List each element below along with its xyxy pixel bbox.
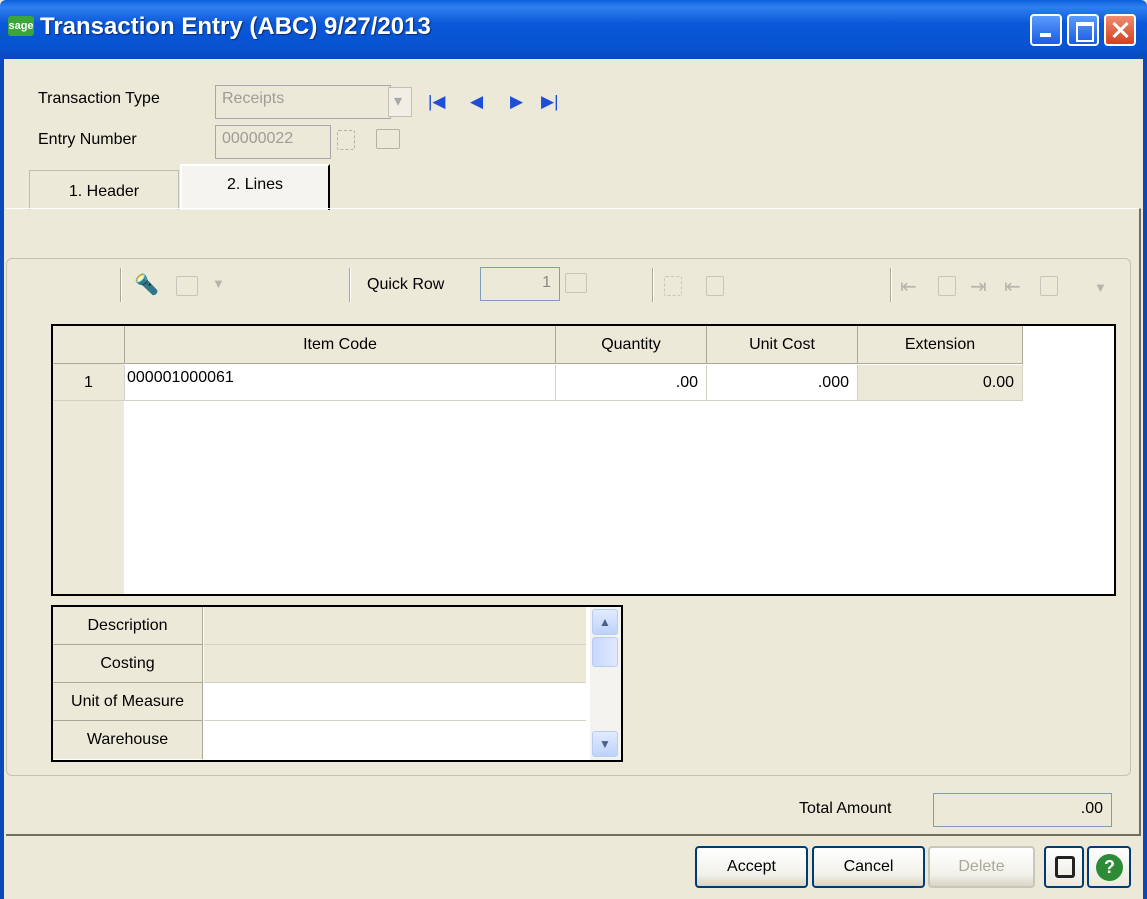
prop-label-costing: Costing [53, 645, 203, 683]
next-number-icon[interactable] [337, 130, 355, 150]
transaction-type-select[interactable]: Receipts [215, 85, 391, 119]
column-header-extension[interactable]: Extension [858, 326, 1023, 364]
column-header-unit-cost[interactable]: Unit Cost [707, 326, 858, 364]
next-record-icon[interactable]: ▶ [510, 92, 523, 112]
tab-lines[interactable]: 2. Lines [180, 164, 330, 210]
toolbar-separator [120, 268, 122, 302]
flashlight-icon[interactable]: 🔦 [134, 272, 159, 297]
column-header-quantity[interactable]: Quantity [556, 326, 707, 364]
details-scrollbar[interactable]: ▲ ▼ [590, 607, 621, 760]
lookup-icon[interactable] [376, 129, 400, 149]
prop-value-unit-of-measure[interactable] [204, 683, 586, 721]
close-button[interactable] [1104, 14, 1136, 46]
toolbar-separator [652, 268, 654, 302]
grid-corner-header [53, 326, 125, 364]
transaction-type-label: Transaction Type [38, 90, 160, 107]
last-record-icon[interactable]: ▶| [541, 92, 559, 112]
entry-number-field[interactable]: 00000022 [215, 125, 331, 159]
total-amount-label: Total Amount [799, 800, 892, 817]
prop-value-warehouse[interactable] [204, 721, 586, 759]
scroll-thumb[interactable] [592, 637, 618, 667]
customize-icon[interactable] [176, 276, 198, 296]
transaction-type-dropdown-icon[interactable] [388, 87, 412, 117]
tab-lines-label: 2. Lines [226, 176, 284, 193]
row-number[interactable]: 1 [53, 365, 125, 401]
toolbar-separator [349, 268, 351, 302]
window-frame-right [1143, 59, 1147, 899]
window-title: Transaction Entry (ABC) 9/27/2013 [40, 13, 431, 40]
list-icon[interactable]: ⇤ [1004, 274, 1021, 299]
expand-icon[interactable] [1040, 276, 1058, 296]
scroll-down-icon[interactable]: ▼ [592, 731, 618, 757]
cancel-button[interactable]: Cancel [812, 846, 925, 888]
previous-record-icon[interactable]: ◀ [470, 92, 483, 112]
accept-button[interactable]: Accept [695, 846, 808, 888]
quick-row-label: Quick Row [367, 276, 445, 293]
prop-value-costing [204, 645, 586, 683]
print-button[interactable] [1044, 846, 1084, 888]
tab-header[interactable]: 1. Header [29, 170, 179, 210]
outline-icon[interactable] [938, 276, 956, 296]
prop-label-description: Description [53, 607, 203, 645]
prop-label-unit-of-measure: Unit of Measure [53, 683, 203, 721]
line-details-panel[interactable]: Description Costing Unit of Measure Ware… [51, 605, 623, 762]
lines-grid[interactable]: Item Code Quantity Unit Cost Extension 1… [51, 324, 1116, 596]
maximize-button[interactable] [1067, 14, 1099, 46]
cell-extension: 0.00 [858, 365, 1023, 401]
entry-number-label: Entry Number [38, 131, 137, 148]
cell-item-code[interactable]: 000001000061 [125, 365, 556, 401]
go-to-row-icon[interactable] [565, 273, 587, 293]
prop-value-description [204, 607, 586, 645]
sage-logo: sage [8, 16, 34, 36]
help-icon: ? [1096, 854, 1123, 881]
quick-row-input[interactable]: 1 [480, 267, 560, 301]
tab-header-label: 1. Header [68, 183, 140, 200]
printer-icon [1055, 856, 1075, 878]
cell-unit-cost[interactable]: .000 [707, 365, 858, 401]
indent-icon[interactable]: ⇤ [900, 274, 917, 299]
window-frame-left [0, 59, 4, 899]
dropdown-arrow-icon[interactable]: ▼ [212, 276, 225, 291]
prop-label-warehouse: Warehouse [53, 721, 203, 759]
insert-row-icon[interactable] [664, 276, 682, 296]
cell-quantity[interactable]: .00 [556, 365, 707, 401]
title-bar[interactable]: sage Transaction Entry (ABC) 9/27/2013 [0, 0, 1147, 59]
outdent-icon[interactable]: ⇥ [970, 274, 987, 299]
delete-button[interactable]: Delete [928, 846, 1035, 888]
column-header-item-code[interactable]: Item Code [125, 326, 556, 364]
more-dropdown-icon[interactable]: ▼ [1094, 280, 1107, 295]
minimize-button[interactable] [1030, 14, 1062, 46]
help-button[interactable]: ? [1087, 846, 1131, 888]
scroll-up-icon[interactable]: ▲ [592, 609, 618, 635]
delete-row-icon[interactable] [706, 276, 724, 296]
first-record-icon[interactable]: |◀ [428, 92, 446, 112]
toolbar-separator [890, 268, 892, 302]
total-amount-field: .00 [933, 793, 1112, 827]
